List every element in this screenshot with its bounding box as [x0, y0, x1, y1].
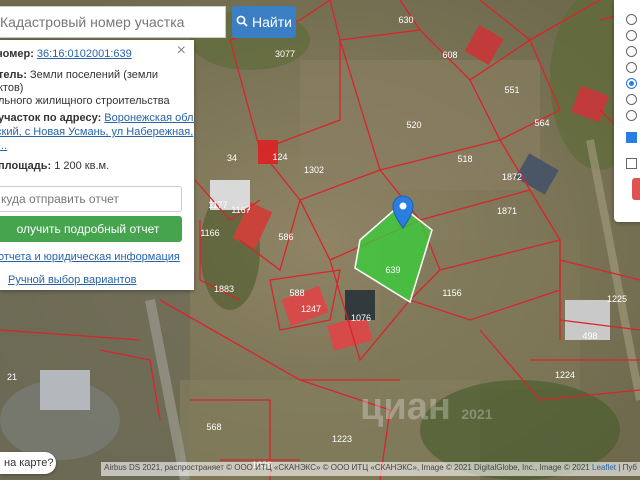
search-button[interactable]: Найти: [232, 6, 296, 38]
parcel-label: 1156: [442, 288, 461, 298]
parcel-label: 21: [7, 372, 17, 382]
layer-radio-1[interactable]: [626, 14, 637, 25]
area-label: площадь:: [0, 160, 52, 172]
parcel-label: 1167: [231, 205, 250, 215]
leaflet-link[interactable]: Leaflet: [592, 463, 616, 472]
address-row: участок по адресу: Воронежская область,: [0, 112, 194, 124]
parcel-label: 588: [289, 288, 304, 298]
parcel-label: 520: [406, 120, 421, 130]
sample-report-link[interactable]: отчета и юридическая информация: [0, 251, 180, 263]
layer-radio-7[interactable]: [626, 110, 637, 121]
parcel-label: 34: [227, 153, 237, 163]
address-label: участок по адресу:: [0, 112, 102, 124]
selected-parcel-label: 639: [385, 265, 400, 275]
get-report-button[interactable]: олучить подробный отчет: [0, 216, 182, 242]
usage-line: льного жилищного строительства: [0, 95, 170, 107]
layer-radio-2[interactable]: [626, 30, 637, 41]
parcel-label: 1166: [200, 228, 219, 238]
parcel-label: 630: [398, 15, 413, 25]
area-row: площадь: 1 200 кв.м.: [0, 160, 109, 172]
cian-watermark: циан 2021: [360, 386, 493, 429]
area-value: 1 200 кв.м.: [54, 160, 110, 172]
email-field[interactable]: [0, 186, 182, 212]
cadastral-number-row: номер: 36:16:0102001:639: [0, 48, 132, 60]
parcel-label: 608: [442, 50, 457, 60]
parcel-label: 1302: [304, 165, 324, 175]
address-link-2[interactable]: ский, с Новая Усмань, ул Набережная,: [0, 126, 193, 138]
layer-switcher-panel: [614, 0, 640, 222]
layer-radio-4[interactable]: [626, 62, 637, 73]
parcel-label: 1224: [555, 370, 575, 380]
parcel-label: 551: [504, 85, 519, 95]
parcel-label: 518: [457, 154, 472, 164]
parcel-label: 586: [278, 232, 293, 242]
parcel-label: 564: [534, 118, 549, 128]
category-value: Земли поселений (земли: [29, 69, 159, 81]
cadastral-number-link[interactable]: 36:16:0102001:639: [37, 48, 132, 60]
parcel-label: 1871: [497, 206, 517, 216]
overlay-checkbox-checked[interactable]: [626, 132, 637, 143]
parcel-label: 1883: [214, 284, 234, 294]
parcel-label: 1177: [208, 200, 227, 210]
overlay-checkbox[interactable]: [626, 158, 637, 169]
map-attribution: Airbus DS 2021, распространяет © ООО ИТЦ…: [101, 462, 640, 476]
category-line2: ктов): [0, 82, 24, 94]
red-action-button[interactable]: [632, 178, 640, 200]
parcel-label: 1225: [607, 294, 627, 304]
manual-selection-link[interactable]: Ручной выбор вариантов: [8, 274, 136, 286]
category-label: тель:: [0, 69, 27, 81]
parcel-label: 568: [206, 422, 221, 432]
parcel-info-panel: × номер: 36:16:0102001:639 тель: Земли п…: [0, 40, 194, 290]
parcel-label: 1223: [332, 434, 352, 444]
parcel-label: 498: [582, 331, 597, 341]
category-row: тель: Земли поселений (земли: [0, 69, 158, 81]
search-button-label: Найти: [252, 14, 292, 30]
layer-radio-6[interactable]: [626, 94, 637, 105]
address-link-3[interactable]: ...: [0, 140, 7, 152]
layer-radio-5-selected[interactable]: [626, 78, 637, 89]
parcel-label: 1247: [301, 304, 321, 314]
watermark-year: 2021: [461, 406, 493, 422]
parcel-label: 124: [272, 152, 287, 162]
number-label: номер:: [0, 48, 34, 60]
cadastral-search-input[interactable]: [0, 6, 226, 38]
close-icon[interactable]: ×: [177, 42, 186, 60]
parcel-label: 1872: [502, 172, 522, 182]
parcel-label: 1076: [351, 313, 371, 323]
attribution-text: Airbus DS 2021, распространяет © ООО ИТЦ…: [104, 463, 590, 472]
layer-radio-3[interactable]: [626, 46, 637, 57]
search-icon: [236, 14, 248, 30]
parcel-label: 3077: [275, 49, 295, 59]
watermark-text: циан: [360, 386, 451, 428]
attribution-tail: | Пуб: [618, 463, 637, 472]
address-link-1[interactable]: Воронежская область,: [104, 112, 194, 124]
help-bubble[interactable]: на карте?: [0, 452, 56, 474]
